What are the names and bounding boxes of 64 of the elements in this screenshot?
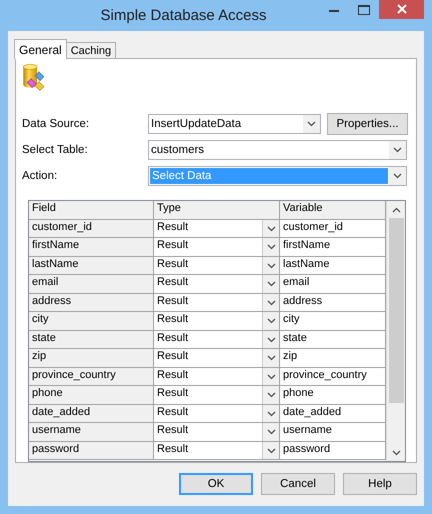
chevron-icon <box>266 281 276 288</box>
type-dropdown[interactable]: Result <box>154 442 280 460</box>
table-cell: username <box>29 423 154 442</box>
dialog-button[interactable]: Cancel <box>261 473 335 495</box>
table-cell: province_country <box>29 368 154 386</box>
table-cell: address <box>29 294 154 312</box>
type-dropdown[interactable]: Result <box>154 294 280 312</box>
type-dropdown[interactable]: Result <box>154 256 280 276</box>
maximize-icon <box>358 5 370 15</box>
type-dropdown[interactable]: Result <box>154 220 280 238</box>
chevron-icon <box>266 355 276 362</box>
chevron-icon <box>266 429 276 436</box>
type-dropdown[interactable]: Result <box>154 423 280 442</box>
dialog-button[interactable]: OK <box>179 473 253 495</box>
scroll-up-icon[interactable] <box>392 206 401 213</box>
table-cell: password <box>29 442 154 460</box>
close-icon <box>396 4 406 14</box>
scroll-thumb[interactable] <box>389 218 404 404</box>
chevron-icon <box>266 410 276 417</box>
dialog-button[interactable]: Help <box>343 473 417 495</box>
chevron-icon <box>266 262 276 269</box>
table-cell: firstName <box>29 238 154 257</box>
column-header[interactable]: Type <box>154 201 280 220</box>
close-button[interactable] <box>379 0 424 19</box>
type-dropdown[interactable]: Result <box>154 368 280 386</box>
type-dropdown[interactable]: Result <box>154 386 280 405</box>
column-header[interactable]: Field <box>29 201 154 220</box>
window-title: Simple Database Access <box>100 7 268 24</box>
table-cell: phone <box>29 386 154 405</box>
chevron-icon <box>266 244 276 250</box>
tab[interactable]: General <box>14 39 67 59</box>
type-dropdown[interactable]: Result <box>154 330 280 350</box>
table-cell: lastName <box>29 256 154 276</box>
dropdown[interactable]: customers <box>148 140 407 160</box>
table-cell: date_added <box>29 404 154 424</box>
field-label: Select Table: <box>22 144 89 156</box>
field-label: Data Source: <box>22 118 90 130</box>
type-dropdown[interactable]: Result <box>154 312 280 331</box>
type-dropdown[interactable]: Result <box>154 404 280 424</box>
table-cell: zip <box>29 349 154 368</box>
table-cell: customer_id <box>29 220 154 238</box>
tab[interactable]: Caching <box>66 42 116 59</box>
chevron-icon <box>266 448 276 454</box>
table-cell: city <box>29 312 154 331</box>
dropdown[interactable]: InsertUpdateData <box>148 114 321 134</box>
table-cell: state <box>29 330 154 350</box>
chevron-icon <box>393 147 402 154</box>
chevron-icon <box>307 121 316 128</box>
chevron-icon <box>266 300 276 306</box>
field-label: Action: <box>22 170 58 182</box>
chevron-icon <box>393 173 402 180</box>
type-dropdown[interactable]: Result <box>154 349 280 368</box>
type-dropdown[interactable]: Result <box>154 238 280 257</box>
scrollbar[interactable] <box>386 201 405 461</box>
properties-button[interactable]: Properties... <box>327 113 408 136</box>
chevron-icon <box>266 336 276 343</box>
chevron-icon <box>266 392 276 398</box>
chevron-icon <box>266 318 276 324</box>
chevron-icon <box>266 374 276 380</box>
column-header[interactable]: Variable <box>280 201 386 220</box>
chevron-icon <box>266 226 276 232</box>
table-cell: email <box>29 275 154 294</box>
type-dropdown[interactable]: Result <box>154 275 280 294</box>
scroll-down-icon[interactable] <box>392 450 401 456</box>
